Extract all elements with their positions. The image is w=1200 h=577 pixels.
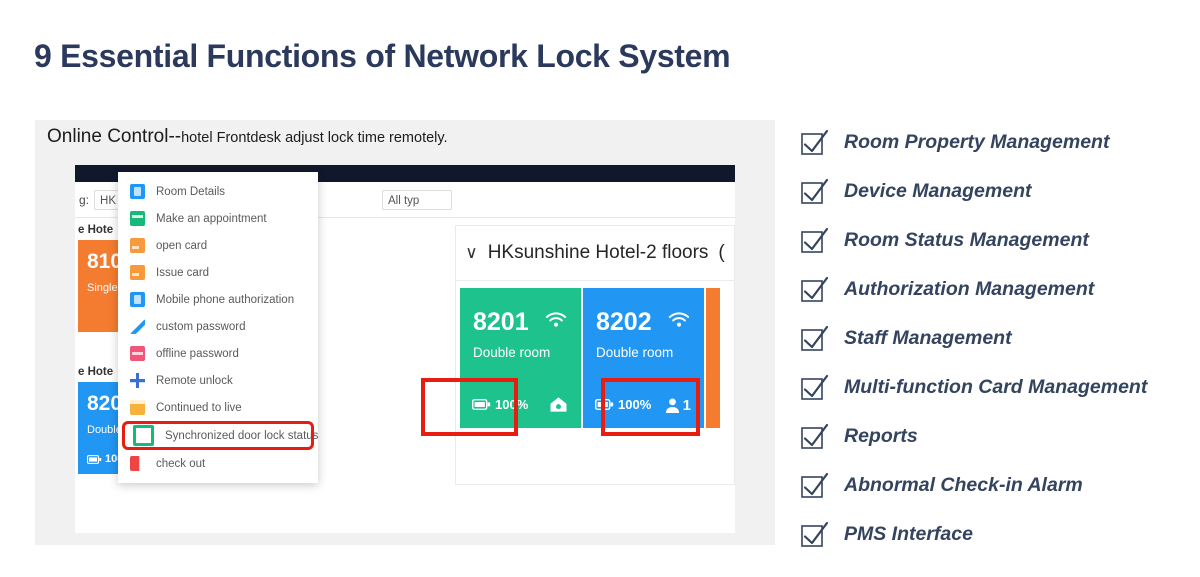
occupancy-count: 1 — [682, 397, 691, 414]
room-status-icon-wrap — [549, 395, 568, 414]
menu-item-remote-unlock[interactable]: Remote unlock — [118, 367, 318, 394]
menu-item-synchronized-door-lock-status[interactable]: Synchronized door lock status — [122, 421, 318, 450]
offline-password-icon — [130, 346, 145, 361]
menu-item-label: Synchronized door lock status — [165, 429, 319, 442]
checkmark-icon — [800, 422, 830, 452]
checklist-item-authorization-management: Authorization Management — [800, 265, 1190, 314]
checklist-item-label: Room Status Management — [844, 229, 1089, 251]
battery-icon — [472, 399, 491, 410]
menu-item-check-out[interactable]: check out — [118, 450, 318, 477]
wifi-icon — [545, 312, 567, 333]
room-card-clipped[interactable] — [706, 288, 720, 428]
menu-item-label: Room Details — [156, 185, 226, 198]
room-context-menu: Room Details Make an appointment open ca… — [118, 172, 318, 483]
battery-value: 100% — [495, 397, 529, 412]
checklist-item-multi-function-card-management: Multi-function Card Management — [800, 363, 1190, 412]
checklist-item-label: Multi-function Card Management — [844, 376, 1148, 398]
card-icon — [130, 238, 145, 253]
calendar-icon — [130, 400, 145, 415]
checklist-item-label: Authorization Management — [844, 278, 1095, 300]
check-out-icon — [130, 456, 140, 471]
remote-unlock-icon — [130, 373, 145, 388]
sync-icon — [133, 425, 154, 446]
checklist-item-label: Reports — [844, 425, 918, 447]
mobile-phone-icon — [130, 292, 145, 307]
checkmark-icon — [800, 520, 830, 550]
room-card-8201[interactable]: 8201 Double room 100% — [460, 288, 581, 428]
menu-item-label: Make an appointment — [156, 212, 267, 225]
checklist-item-room-property-management: Room Property Management — [800, 118, 1190, 167]
checkmark-icon — [800, 373, 830, 403]
phone-icon — [130, 184, 145, 199]
menu-item-room-details[interactable]: Room Details — [118, 178, 318, 205]
room-type-filter-select[interactable]: All typ — [382, 189, 453, 210]
person-icon — [665, 398, 679, 413]
page-title: 9 Essential Functions of Network Lock Sy… — [34, 38, 731, 74]
menu-item-label: check out — [156, 457, 206, 470]
panel-caption-sub: hotel Frontdesk adjust lock time remotel… — [181, 130, 448, 146]
menu-item-custom-password[interactable]: custom password — [118, 313, 318, 340]
menu-item-offline-password[interactable]: offline password — [118, 340, 318, 367]
menu-item-label: Mobile phone authorization — [156, 293, 295, 306]
functions-checklist: Room Property Management Device Manageme… — [800, 118, 1190, 559]
menu-item-label: Issue card — [156, 266, 210, 279]
card-icon — [130, 265, 145, 280]
checklist-item-abnormal-check-in-alarm: Abnormal Check-in Alarm — [800, 461, 1190, 510]
room-card-8202[interactable]: 8202 Double room 100% 1 — [583, 288, 704, 428]
checklist-item-device-management: Device Management — [800, 167, 1190, 216]
checkmark-icon — [800, 324, 830, 354]
menu-item-continued-to-live[interactable]: Continued to live — [118, 394, 318, 421]
pen-icon — [130, 319, 145, 334]
room-number: 820 — [87, 392, 123, 415]
menu-item-label: open card — [156, 239, 208, 252]
menu-item-label: offline password — [156, 347, 239, 360]
wifi-icon — [668, 312, 690, 333]
floor-title: HKsunshine Hotel-2 floors — [487, 242, 709, 263]
menu-item-label: Remote unlock — [156, 374, 233, 387]
menu-item-open-card[interactable]: open card — [118, 232, 318, 259]
checklist-item-label: Device Management — [844, 180, 1032, 202]
room-type: Double room — [473, 345, 551, 360]
panel-caption-main: Online Control-- — [47, 126, 182, 147]
menu-item-label: Continued to live — [156, 401, 242, 414]
appointment-icon — [130, 211, 145, 226]
panel-caption: Online Control--hotel Frontdesk adjust l… — [47, 126, 448, 148]
room-type: Single — [87, 282, 118, 294]
checkmark-icon — [800, 275, 830, 305]
checklist-item-staff-management: Staff Management — [800, 314, 1190, 363]
checkmark-icon — [800, 226, 830, 256]
checkmark-icon — [800, 177, 830, 207]
filter-label: g: — [79, 192, 90, 207]
room-number: 8202 — [596, 308, 652, 336]
menu-item-label: custom password — [156, 320, 246, 333]
checklist-item-label: Room Property Management — [844, 131, 1110, 153]
checkmark-icon — [800, 471, 830, 501]
room-number: 8201 — [473, 308, 529, 336]
checklist-item-room-status-management: Room Status Management — [800, 216, 1190, 265]
checklist-item-label: Staff Management — [844, 327, 1012, 349]
room-number: 810 — [87, 250, 123, 273]
floor-title-tail: ( — [718, 242, 725, 263]
checkmark-icon — [800, 128, 830, 158]
floor-room-panel: ∨ HKsunshine Hotel-2 floors ( 8201 Doubl… — [455, 225, 735, 485]
battery-status: 100% — [472, 397, 528, 412]
battery-icon — [595, 399, 614, 410]
room-card-row: 8201 Double room 100% 8202 Double room 1… — [456, 281, 734, 428]
occupancy-status: 1 — [664, 397, 691, 414]
house-icon — [550, 397, 567, 412]
checklist-item-label: Abnormal Check-in Alarm — [844, 474, 1083, 496]
room-type: Double room — [596, 345, 674, 360]
battery-status: 100% — [595, 397, 651, 412]
checklist-item-reports: Reports — [800, 412, 1190, 461]
checklist-item-label: PMS Interface — [844, 523, 973, 545]
menu-item-make-appointment[interactable]: Make an appointment — [118, 205, 318, 232]
floor-header[interactable]: ∨ HKsunshine Hotel-2 floors ( — [456, 226, 734, 281]
battery-value: 100% — [618, 397, 652, 412]
checklist-item-pms-interface: PMS Interface — [800, 510, 1190, 559]
battery-icon — [87, 454, 102, 464]
menu-item-issue-card[interactable]: Issue card — [118, 259, 318, 286]
menu-item-mobile-phone-authorization[interactable]: Mobile phone authorization — [118, 286, 318, 313]
chevron-down-icon[interactable]: ∨ — [465, 243, 477, 263]
